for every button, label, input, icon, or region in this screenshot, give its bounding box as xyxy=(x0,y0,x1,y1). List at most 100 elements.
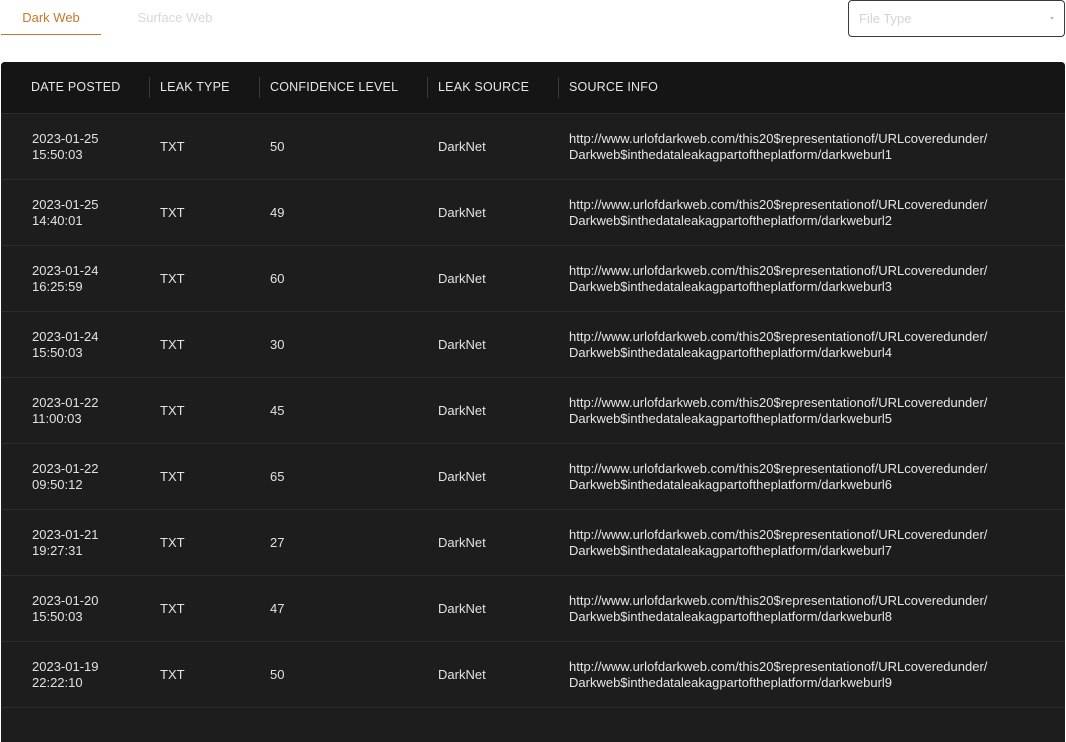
time-value: 14:40:01 xyxy=(32,213,83,228)
source-info-cell[interactable]: http://www.urlofdarkweb.com/this20$repre… xyxy=(569,395,1049,427)
confidence-level-cell: 50 xyxy=(270,667,285,682)
table-row[interactable]: 2023-01-24 16:25:59 TXT 60 DarkNet http://www… xyxy=(1,246,1065,312)
table-row[interactable]: 2023-01-24 15:50:03 TXT 30 DarkNet http://www… xyxy=(1,312,1065,378)
table-row[interactable]: 2023-01-19 22:22:10 TXT 50 DarkNet http://www… xyxy=(1,642,1065,708)
time-value: 15:50:03 xyxy=(32,609,83,624)
confidence-level-cell: 47 xyxy=(270,601,285,616)
leak-source-cell: DarkNet xyxy=(438,337,486,352)
column-divider xyxy=(259,77,260,98)
date-value: 2023-01-25 xyxy=(32,131,99,146)
leak-type-cell: TXT xyxy=(160,469,185,484)
confidence-level-cell: 60 xyxy=(270,271,285,286)
source-info-line: Darkweb$inthedataleakagpartoftheplatform… xyxy=(569,213,893,228)
source-info-line: Darkweb$inthedataleakagpartoftheplatform… xyxy=(569,279,893,294)
confidence-level-cell: 50 xyxy=(270,139,285,154)
source-info-line: http://www.urlofdarkweb.com/this20$repre… xyxy=(569,527,988,542)
date-posted-cell: 2023-01-24 16:25:59 xyxy=(32,263,142,295)
leak-source-cell: DarkNet xyxy=(438,469,486,484)
source-info-line: http://www.urlofdarkweb.com/this20$repre… xyxy=(569,593,988,608)
source-info-cell[interactable]: http://www.urlofdarkweb.com/this20$repre… xyxy=(569,527,1049,559)
date-value: 2023-01-21 xyxy=(32,527,99,542)
tab-surface-web[interactable]: Surface Web xyxy=(101,0,249,35)
leak-type-cell: TXT xyxy=(160,667,185,682)
confidence-level-cell: 27 xyxy=(270,535,285,550)
source-info-line: Darkweb$inthedataleakagpartoftheplatform… xyxy=(569,477,893,492)
time-value: 22:22:10 xyxy=(32,675,83,690)
leak-source-cell: DarkNet xyxy=(438,667,486,682)
source-info-cell[interactable]: http://www.urlofdarkweb.com/this20$repre… xyxy=(569,593,1049,625)
column-header-leak-type[interactable]: LEAK TYPE xyxy=(160,62,230,113)
leak-source-cell: DarkNet xyxy=(438,139,486,154)
confidence-level-cell: 30 xyxy=(270,337,285,352)
file-type-select[interactable]: File Type xyxy=(848,0,1065,37)
date-value: 2023-01-20 xyxy=(32,593,99,608)
leak-type-cell: TXT xyxy=(160,535,185,550)
source-info-line: Darkweb$inthedataleakagpartoftheplatform… xyxy=(569,543,893,558)
table-row[interactable]: 2023-01-22 11:00:03 TXT 45 DarkNet http://www… xyxy=(1,378,1065,444)
column-header-leak-source[interactable]: LEAK SOURCE xyxy=(438,62,529,113)
table-header: DATE POSTED LEAK TYPE CONFIDENCE LEVEL L… xyxy=(1,62,1065,114)
leak-type-cell: TXT xyxy=(160,205,185,220)
date-value: 2023-01-22 xyxy=(32,395,99,410)
source-info-cell[interactable]: http://www.urlofdarkweb.com/this20$repre… xyxy=(569,263,1049,295)
tab-dark-web[interactable]: Dark Web xyxy=(1,0,101,35)
source-info-line: http://www.urlofdarkweb.com/this20$repre… xyxy=(569,329,988,344)
source-info-line: http://www.urlofdarkweb.com/this20$repre… xyxy=(569,131,988,146)
source-info-cell[interactable]: http://www.urlofdarkweb.com/this20$repre… xyxy=(569,461,1049,493)
source-info-line: Darkweb$inthedataleakagpartoftheplatform… xyxy=(569,609,893,624)
leak-type-cell: TXT xyxy=(160,601,185,616)
time-value: 15:50:03 xyxy=(32,147,83,162)
source-info-line: http://www.urlofdarkweb.com/this20$repre… xyxy=(569,659,988,674)
tab-label: Surface Web xyxy=(137,10,213,25)
source-info-cell[interactable]: http://www.urlofdarkweb.com/this20$repre… xyxy=(569,197,1049,229)
leak-type-cell: TXT xyxy=(160,139,185,154)
time-value: 11:00:03 xyxy=(32,411,82,426)
column-divider xyxy=(558,77,559,98)
table-row[interactable]: 2023-01-25 15:50:03 TXT 50 DarkNet http://www… xyxy=(1,114,1065,180)
date-posted-cell: 2023-01-22 09:50:12 xyxy=(32,461,142,493)
table-row[interactable]: 2023-01-20 15:50:03 TXT 47 DarkNet http://www… xyxy=(1,576,1065,642)
date-value: 2023-01-19 xyxy=(32,659,99,674)
leak-source-cell: DarkNet xyxy=(438,601,486,616)
leak-type-cell: TXT xyxy=(160,271,185,286)
table-row[interactable]: 2023-01-22 09:50:12 TXT 65 DarkNet http://www… xyxy=(1,444,1065,510)
date-posted-cell: 2023-01-25 15:50:03 xyxy=(32,131,142,163)
source-info-cell[interactable]: http://www.urlofdarkweb.com/this20$repre… xyxy=(569,131,1049,163)
leak-type-cell: TXT xyxy=(160,337,185,352)
table-body: 2023-01-25 15:50:03 TXT 50 DarkNet http://www… xyxy=(1,114,1065,708)
date-posted-cell: 2023-01-25 14:40:01 xyxy=(32,197,142,229)
column-divider xyxy=(427,77,428,98)
confidence-level-cell: 65 xyxy=(270,469,285,484)
date-posted-cell: 2023-01-24 15:50:03 xyxy=(32,329,142,361)
date-posted-cell: 2023-01-22 11:00:03 xyxy=(32,395,142,427)
source-info-line: Darkweb$inthedataleakagpartoftheplatform… xyxy=(569,675,893,690)
source-info-cell[interactable]: http://www.urlofdarkweb.com/this20$repre… xyxy=(569,329,1049,361)
date-value: 2023-01-25 xyxy=(32,197,99,212)
source-info-line: http://www.urlofdarkweb.com/this20$repre… xyxy=(569,263,988,278)
source-info-line: Darkweb$inthedataleakagpartoftheplatform… xyxy=(569,147,893,162)
table-row[interactable]: 2023-01-25 14:40:01 TXT 49 DarkNet http://www… xyxy=(1,180,1065,246)
time-value: 19:27:31 xyxy=(32,543,83,558)
date-value: 2023-01-24 xyxy=(32,329,99,344)
column-divider xyxy=(149,77,150,98)
column-header-confidence-level[interactable]: CONFIDENCE LEVEL xyxy=(270,62,398,113)
date-value: 2023-01-24 xyxy=(32,263,99,278)
tab-label: Dark Web xyxy=(22,10,80,25)
column-header-date-posted[interactable]: DATE POSTED xyxy=(31,62,120,113)
source-info-line: http://www.urlofdarkweb.com/this20$repre… xyxy=(569,197,988,212)
leak-source-cell: DarkNet xyxy=(438,403,486,418)
chevron-down-icon xyxy=(1050,17,1054,20)
date-posted-cell: 2023-01-21 19:27:31 xyxy=(32,527,142,559)
source-tabs: Dark Web Surface Web xyxy=(1,0,249,36)
file-type-placeholder: File Type xyxy=(859,11,912,26)
source-info-cell[interactable]: http://www.urlofdarkweb.com/this20$repre… xyxy=(569,659,1049,691)
confidence-level-cell: 45 xyxy=(270,403,285,418)
source-info-line: Darkweb$inthedataleakagpartoftheplatform… xyxy=(569,411,893,426)
table-row[interactable]: 2023-01-21 19:27:31 TXT 27 DarkNet http://www… xyxy=(1,510,1065,576)
source-info-line: http://www.urlofdarkweb.com/this20$repre… xyxy=(569,461,988,476)
confidence-level-cell: 49 xyxy=(270,205,285,220)
leak-source-cell: DarkNet xyxy=(438,535,486,550)
column-header-source-info[interactable]: SOURCE INFO xyxy=(569,62,658,113)
leak-source-cell: DarkNet xyxy=(438,205,486,220)
time-value: 16:25:59 xyxy=(32,279,83,294)
